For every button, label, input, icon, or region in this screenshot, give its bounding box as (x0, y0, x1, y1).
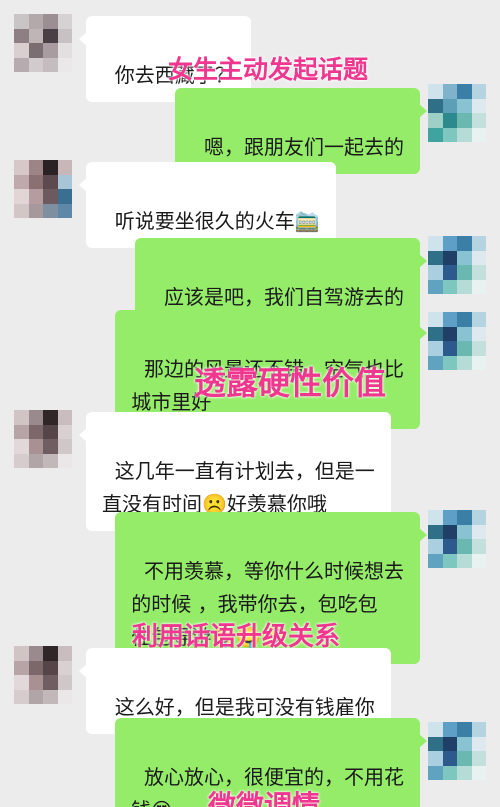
avatar[interactable] (14, 14, 72, 72)
avatar[interactable] (428, 722, 486, 780)
annotation-label: 微微调情 (208, 789, 321, 807)
message-bubble[interactable]: 听说要坐很久的火车🚞 (79, 162, 336, 248)
avatar[interactable] (14, 646, 72, 704)
message-text: 听说要坐很久的火车 (114, 209, 295, 233)
annotation-label: 透露硬性价值 (194, 364, 387, 402)
message-text: 应该是吧，我们自驾游去的 (164, 285, 404, 309)
train-emoji: 🚞 (294, 209, 320, 233)
avatar[interactable] (428, 84, 486, 142)
message-text: 这么好，但是我可没有钱雇你 (114, 695, 375, 719)
avatar[interactable] (428, 312, 486, 370)
annotation-label: 女生主动发起话题 (168, 55, 369, 84)
avatar[interactable] (14, 160, 72, 218)
avatar[interactable] (14, 410, 72, 468)
annotation-label: 利用话语升级关系 (132, 622, 341, 652)
avatar[interactable] (428, 510, 486, 568)
heart-eyes-emoji: 😍 (151, 798, 172, 807)
message-text: 嗯，跟朋友们一起去的 (204, 135, 404, 159)
avatar[interactable] (428, 236, 486, 294)
